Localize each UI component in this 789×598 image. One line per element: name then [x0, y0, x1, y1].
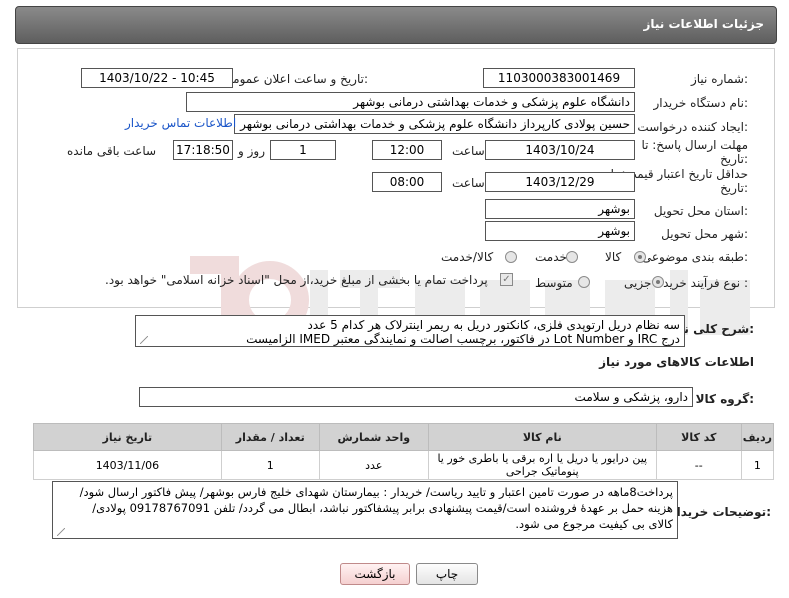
remaining-time-value: 17:18:50 — [173, 140, 233, 160]
response-time-label: ساعت — [452, 144, 485, 158]
print-button[interactable]: چاپ — [416, 563, 478, 585]
treasury-payment-note: پرداخت تمام یا بخشی از مبلغ خرید،از محل … — [105, 273, 488, 287]
category-option-goods-service: کالا/خدمت — [441, 250, 494, 264]
resize-grip-icon[interactable] — [140, 336, 148, 344]
treasury-payment-checkbox[interactable]: ✓ — [500, 273, 513, 286]
announce-value: 1403/10/22 - 10:45 — [81, 68, 233, 88]
buyer-org-value: دانشگاه علوم پزشکی و خدمات بهداشتی درمان… — [186, 92, 635, 112]
category-radio-service[interactable] — [566, 251, 578, 263]
response-date-value: 1403/10/24 — [485, 140, 635, 160]
col-name: نام کالا — [427, 423, 657, 451]
process-option-minor: جزیی — [624, 276, 652, 290]
goods-table-header: ردیف کد کالا نام کالا واحد شمارش تعداد /… — [33, 423, 775, 451]
goods-section-title: اطلاعات کالاهای مورد نیاز — [599, 355, 754, 369]
need-details-page: جزئیات اطلاعات نیاز شماره نیاز: 11030003… — [0, 0, 789, 598]
col-qty: تعداد / مقدار — [220, 423, 320, 451]
col-date: تاریخ نیاز — [33, 423, 222, 451]
response-days-value: 1 — [270, 140, 336, 160]
page-header: جزئیات اطلاعات نیاز — [15, 6, 777, 44]
need-number-label: شماره نیاز: — [690, 72, 748, 86]
process-option-medium: متوسط — [535, 276, 573, 290]
process-radio-medium[interactable] — [578, 276, 590, 288]
response-days-label: روز و — [238, 144, 265, 158]
col-unit: واحد شمارش — [318, 423, 429, 451]
resize-grip-icon[interactable] — [57, 528, 65, 536]
need-number-value: 1103000383001469 — [483, 68, 635, 88]
buyer-notes-box: پرداخت8ماهه در صورت تامین اعتبار و تایید… — [52, 481, 678, 539]
buyer-notes-line3: کالای بی کیفیت مرجوع می شود. — [515, 517, 673, 531]
response-time-value: 12:00 — [372, 140, 442, 160]
buyer-notes-line1: پرداخت8ماهه در صورت تامین اعتبار و تایید… — [79, 485, 673, 499]
goods-group-value: دارو، پزشکی و سلامت — [139, 387, 693, 407]
price-validity-label-2: تاریخ: — [720, 181, 748, 195]
creator-value: حسین پولادی کارپرداز دانشگاه علوم پزشکی … — [234, 114, 635, 134]
goods-table: ردیف کد کالا نام کالا واحد شمارش تعداد /… — [33, 423, 775, 480]
page-title: جزئیات اطلاعات نیاز — [643, 17, 764, 31]
category-option-goods: کالا — [605, 250, 622, 264]
buyer-notes-line2: هزینه حمل بر عهدهٔ فروشنده است/قیمت پیشن… — [92, 501, 673, 515]
back-button[interactable]: بازگشت — [340, 563, 410, 585]
general-description-line2: درج IRC و Lot Number در فاکتور، برچسب اص… — [246, 332, 680, 346]
remaining-time-label: ساعت باقی مانده — [67, 144, 157, 158]
cell-unit: عدد — [318, 450, 429, 480]
general-description-line1: سه نظام دریل ارتوپدی فلزی، کانکتور دریل … — [307, 318, 681, 332]
col-row: ردیف — [740, 423, 775, 451]
response-deadline-label: مهلت ارسال پاسخ: تا — [641, 138, 748, 152]
price-validity-time-value: 08:00 — [372, 172, 442, 192]
province-value: بوشهر — [485, 199, 635, 219]
buyer-org-label: نام دستگاه خریدار: — [653, 96, 749, 110]
cell-date: 1403/11/06 — [33, 450, 222, 480]
buyer-contact-link[interactable]: اطلاعات تماس خریدار — [125, 116, 236, 130]
category-label: طبقه بندی موضوعی: — [641, 250, 748, 264]
city-value: بوشهر — [485, 221, 635, 241]
response-deadline-label-2: تاریخ: — [720, 152, 748, 166]
buyer-notes-label: توضیحات خریدار: — [669, 505, 771, 519]
process-label: نوع فرآیند خرید : — [663, 276, 748, 290]
price-validity-date-value: 1403/12/29 — [485, 172, 635, 192]
table-row: 1 -- پین درایور یا دریل یا اره برقی یا ب… — [33, 450, 775, 480]
category-radio-goods-service[interactable] — [505, 251, 517, 263]
goods-group-label: گروه کالا: — [695, 392, 754, 406]
process-radio-minor[interactable] — [652, 276, 664, 288]
announce-label: تاریخ و ساعت اعلان عمومی: — [223, 72, 368, 86]
cell-row: 1 — [740, 450, 775, 480]
general-description-box: سه نظام دریل ارتوپدی فلزی، کانکتور دریل … — [135, 315, 685, 347]
category-radio-goods[interactable] — [634, 251, 646, 263]
col-code: کد کالا — [655, 423, 742, 451]
cell-name: پین درایور یا دریل یا اره برقی یا باطری … — [427, 450, 657, 480]
city-label: شهر محل تحویل: — [661, 227, 748, 241]
cell-qty: 1 — [220, 450, 320, 480]
category-option-service: خدمت — [535, 250, 567, 264]
cell-code: -- — [655, 450, 742, 480]
price-validity-time-label: ساعت — [452, 176, 485, 190]
creator-label: ایجاد کننده درخواست: — [637, 120, 748, 134]
province-label: استان محل تحویل: — [653, 204, 748, 218]
